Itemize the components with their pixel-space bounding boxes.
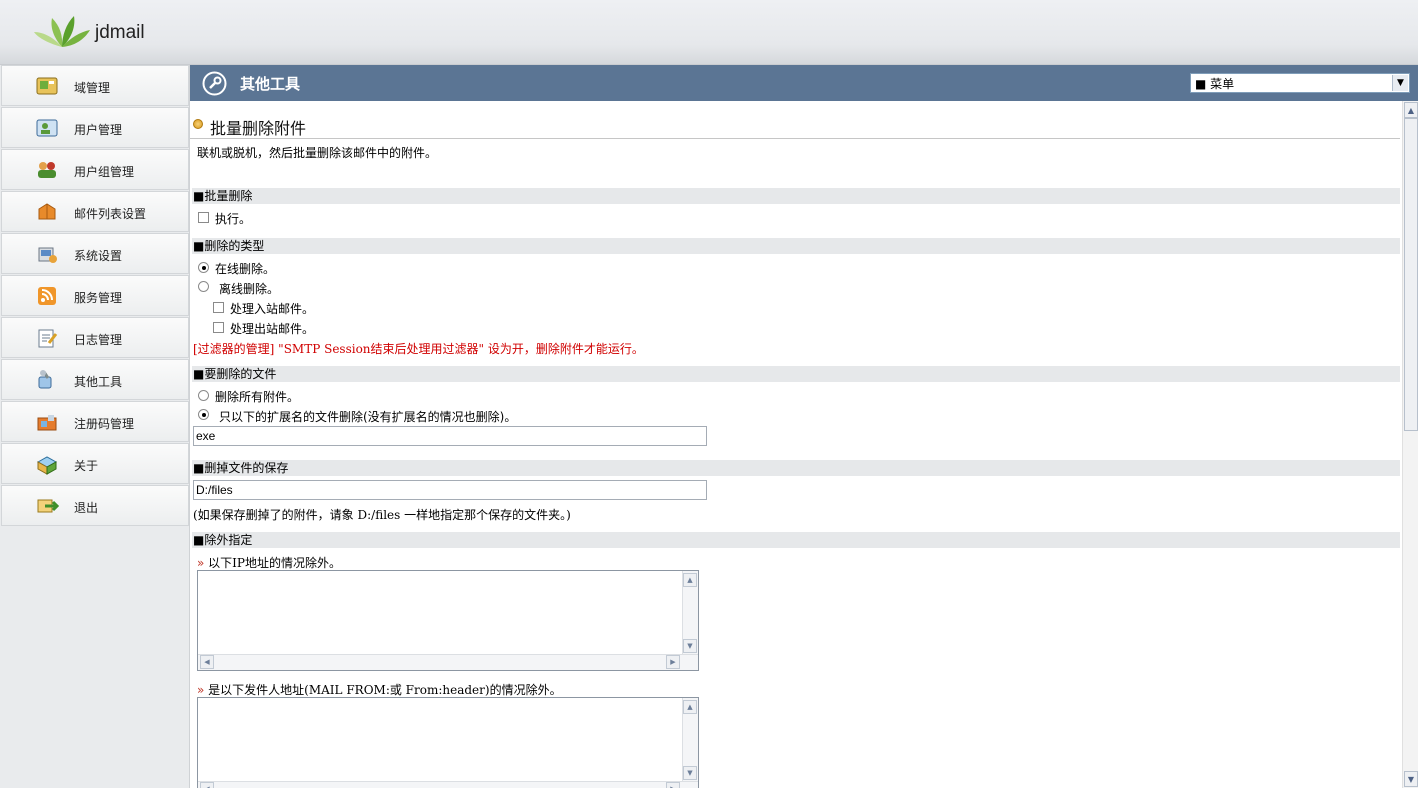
mail-list-icon xyxy=(38,203,56,220)
outbound-label: 处理出站邮件。 xyxy=(230,322,315,336)
inbound-checkbox[interactable] xyxy=(213,302,224,313)
section-header-batch: ■批量删除 xyxy=(192,188,1400,204)
scroll-up-icon[interactable]: ▲ xyxy=(683,700,697,714)
sidebar-item-label: 关于 xyxy=(74,459,99,473)
delete-all-radio[interactable] xyxy=(198,390,209,401)
scrollbar-thumb[interactable] xyxy=(1404,118,1418,431)
arrow-icon: » xyxy=(197,683,205,697)
textarea-hscrollbar[interactable]: ◀ ▶ xyxy=(198,654,698,670)
sender-exclude-label: 是以下发件人地址(MAIL FROM:或 From:header)的情况除外。 xyxy=(208,683,562,697)
delete-all-label: 删除所有附件。 xyxy=(215,390,300,404)
license-icon xyxy=(37,415,57,431)
sidebar-item-logout[interactable]: 退出 xyxy=(1,485,189,526)
textarea-scrollbar[interactable]: ▲ ▼ xyxy=(682,571,698,655)
sidebar-item-label: 服务管理 xyxy=(74,291,123,305)
domain-icon xyxy=(36,77,58,95)
sidebar-item-system[interactable]: 系统设置 xyxy=(1,233,189,274)
offline-delete-radio[interactable] xyxy=(198,281,209,292)
scroll-right-icon[interactable]: ▶ xyxy=(666,655,680,669)
sidebar-item-logs[interactable]: 日志管理 xyxy=(1,317,189,358)
sidebar-item-label: 其他工具 xyxy=(74,375,123,389)
sidebar-item-label: 注册码管理 xyxy=(74,417,135,431)
delete-by-extension-radio[interactable] xyxy=(198,409,209,420)
menu-select-value: ■ 菜单 xyxy=(1195,77,1235,91)
about-icon xyxy=(36,456,58,475)
section-titlebar: 其他工具 ■ 菜单 ▼ xyxy=(190,65,1418,101)
header-bar: jdmail xyxy=(0,0,1418,65)
sidebar-item-about[interactable]: 关于 xyxy=(1,443,189,484)
delete-by-extension-label: 只以下的扩展名的文件删除(没有扩展名的情况也删除)。 xyxy=(219,410,517,424)
scroll-right-icon[interactable]: ▶ xyxy=(666,782,680,788)
section-header-type: ■删除的类型 xyxy=(192,238,1400,254)
sidebar-item-service[interactable]: 服务管理 xyxy=(1,275,189,316)
section-header-files: ■要删除的文件 xyxy=(192,366,1400,382)
extension-input[interactable] xyxy=(193,426,707,446)
arrow-icon: » xyxy=(197,556,205,570)
sidebar-item-user-groups[interactable]: 用户组管理 xyxy=(1,149,189,190)
textarea-hscrollbar[interactable]: ◀ ▶ xyxy=(198,781,698,788)
rss-icon xyxy=(38,287,56,305)
execute-checkbox[interactable] xyxy=(198,212,209,223)
section-header-save: ■删掉文件的保存 xyxy=(192,460,1400,476)
page-section-title: 其他工具 xyxy=(240,75,301,93)
offline-delete-label: 离线删除。 xyxy=(219,282,280,296)
sidebar-item-tools[interactable]: 其他工具 xyxy=(1,359,189,400)
bullet-icon xyxy=(193,119,203,129)
menu-select[interactable]: ■ 菜单 ▼ xyxy=(1190,73,1410,93)
log-icon xyxy=(38,329,58,348)
exit-icon xyxy=(37,499,59,513)
scroll-left-icon[interactable]: ◀ xyxy=(200,655,214,669)
sidebar-item-mail-list[interactable]: 邮件列表设置 xyxy=(1,191,189,232)
divider xyxy=(190,138,1400,139)
scroll-down-icon[interactable]: ▼ xyxy=(683,639,697,653)
scroll-up-icon[interactable]: ▲ xyxy=(1404,102,1418,118)
section-header-exclude: ■除外指定 xyxy=(192,532,1400,548)
sidebar: 域管理 用户管理 用户组管理 邮件列表设置 系统设置 服务管理 日志管理 其他工… xyxy=(0,65,190,788)
save-path-note: (如果保存删掉了的附件，请象 D:/files 一样地指定那个保存的文件夹。) xyxy=(193,508,571,522)
sidebar-item-license[interactable]: 注册码管理 xyxy=(1,401,189,442)
page-title: 批量删除附件 xyxy=(210,119,307,138)
sender-exclude-row: » 是以下发件人地址(MAIL FROM:或 From:header)的情况除外… xyxy=(197,681,562,698)
sidebar-item-users[interactable]: 用户管理 xyxy=(1,107,189,148)
ip-exclude-row: » 以下IP地址的情况除外。 xyxy=(197,554,341,571)
sender-exclude-textarea[interactable]: ▲ ▼ ◀ ▶ xyxy=(197,697,699,788)
leaf-logo-icon xyxy=(34,16,90,47)
system-icon xyxy=(38,247,57,263)
sidebar-item-label: 邮件列表设置 xyxy=(74,207,147,221)
ip-exclude-label: 以下IP地址的情况除外。 xyxy=(208,556,341,570)
sidebar-item-label: 系统设置 xyxy=(74,249,123,263)
online-delete-label: 在线删除。 xyxy=(215,262,276,276)
online-delete-radio[interactable] xyxy=(198,262,209,273)
inbound-label: 处理入站邮件。 xyxy=(230,302,315,316)
sidebar-item-label: 用户组管理 xyxy=(74,165,135,179)
ip-exclude-textarea[interactable]: ▲ ▼ ◀ ▶ xyxy=(197,570,699,671)
user-icon xyxy=(36,119,58,137)
tools-icon xyxy=(38,370,52,389)
brand-name: jdmail xyxy=(95,22,145,43)
filter-warning: [过滤器的管理] "SMTP Session结束后处理用过滤器" 设为开，删除附… xyxy=(193,342,644,356)
sidebar-item-label: 域管理 xyxy=(74,81,111,95)
sidebar-item-label: 用户管理 xyxy=(74,123,123,137)
page-scrollbar[interactable]: ▲ ▼ xyxy=(1402,101,1418,788)
scroll-down-icon[interactable]: ▼ xyxy=(683,766,697,780)
scroll-left-icon[interactable]: ◀ xyxy=(200,782,214,788)
chevron-down-icon[interactable]: ▼ xyxy=(1392,75,1408,91)
execute-label: 执行。 xyxy=(215,212,252,226)
save-path-input[interactable] xyxy=(193,480,707,500)
scroll-down-icon[interactable]: ▼ xyxy=(1404,771,1418,787)
sidebar-item-label: 退出 xyxy=(74,501,99,515)
page-description: 联机或脱机，然后批量删除该邮件中的附件。 xyxy=(197,146,438,160)
textarea-scrollbar[interactable]: ▲ ▼ xyxy=(682,698,698,782)
user-group-icon xyxy=(38,162,56,178)
main-content: 批量删除附件 联机或脱机，然后批量删除该邮件中的附件。 ■批量删除 执行。 ■删… xyxy=(190,101,1402,788)
sidebar-item-domain[interactable]: 域管理 xyxy=(1,65,189,106)
sidebar-item-label: 日志管理 xyxy=(74,333,123,347)
scroll-up-icon[interactable]: ▲ xyxy=(683,573,697,587)
outbound-checkbox[interactable] xyxy=(213,322,224,333)
wrench-icon xyxy=(202,71,227,96)
